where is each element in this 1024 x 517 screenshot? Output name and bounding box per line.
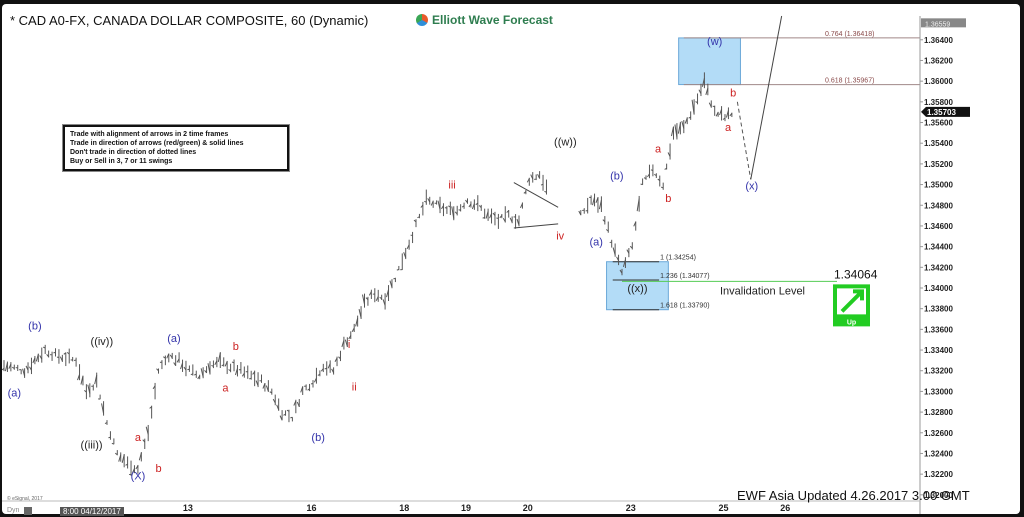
fib-level-label: 0.764 (1.36418): [825, 31, 874, 38]
y-tick-label: 1.34400: [924, 243, 953, 252]
wave-label: (a): [590, 237, 603, 249]
price-bar-tick: [290, 416, 293, 419]
rule-line: Trade in direction of arrows (red/green)…: [70, 140, 244, 147]
fib-level-label: 1.236 (1.34077): [660, 273, 709, 280]
fib-level-label: 1 (1.34254): [660, 255, 696, 262]
wave-label: iv: [556, 230, 564, 242]
y-tick-label: 1.36200: [924, 56, 953, 65]
y-tick-label: 1.32400: [924, 449, 953, 458]
wave-label: (b): [28, 320, 41, 332]
y-tick-label: 1.36000: [924, 77, 953, 86]
chart-title: * CAD A0-FX, CANADA DOLLAR COMPOSITE, 60…: [10, 13, 369, 28]
chart-canvas[interactable]: 0.764 (1.36418) 0.618 (1.35967) 1 (1.34254…: [2, 4, 1020, 514]
y-tick-label: 1.32800: [924, 408, 953, 417]
fib-level-label: 1.618 (1.33790): [660, 303, 709, 310]
fib-level-label: 0.618 (1.35967): [825, 78, 874, 85]
wave-label: iii: [448, 180, 455, 192]
x-tick-label: 23: [626, 503, 636, 513]
up-arrow-label: Up: [847, 319, 856, 326]
y-tick-label: 1.33400: [924, 346, 953, 355]
last-high-label: 1.36559: [925, 21, 950, 28]
price-bar-tick: [482, 217, 485, 219]
projection-solid-line: [750, 15, 783, 180]
y-tick-label: 1.35000: [924, 181, 953, 190]
wave-label: b: [233, 341, 239, 353]
wave-label: (X): [131, 470, 146, 482]
price-bar-tick: [393, 277, 396, 280]
y-tick-label: 1.32600: [924, 429, 953, 438]
x-tick-label: 25: [718, 503, 728, 513]
wave-label: (b): [610, 170, 623, 182]
price-bar-tick: [650, 169, 654, 171]
wave-label: a: [655, 144, 662, 156]
triangle-lower-line: [513, 223, 559, 229]
y-tick-label: 1.36400: [924, 36, 953, 45]
wave-label: (w): [707, 36, 722, 48]
wave-label: i: [348, 339, 350, 351]
price-bar-tick: [108, 436, 111, 439]
y-tick-label: 1.33200: [924, 367, 953, 376]
brand-logo: Elliott Wave Forecast: [416, 13, 553, 27]
wave-label: ii: [352, 381, 357, 393]
copyright-text: © eSignal, 2017: [7, 496, 43, 502]
current-price-label: 1.35703: [927, 108, 956, 117]
triangle-upper-line: [513, 182, 559, 208]
invalidation-value: 1.34064: [834, 267, 878, 281]
wave-label: ((iii)): [81, 439, 103, 451]
cursor-date-readout: 8:00 04/12/2017: [60, 507, 124, 516]
wave-label: ((w)): [554, 136, 577, 148]
price-bar-tick: [540, 183, 544, 186]
y-tick-label: 1.33800: [924, 305, 953, 314]
wave-label: b: [155, 463, 161, 475]
x-tick-label: 19: [461, 503, 471, 513]
y-tick-label: 1.35800: [924, 98, 953, 107]
y-tick-label: 1.32200: [924, 470, 953, 479]
wave-label: b: [730, 88, 736, 100]
x-tick-label: 26: [780, 503, 790, 513]
price-bar-tick: [640, 183, 643, 186]
invalidation-label: Invalidation Level: [720, 285, 805, 297]
wave-label: (b): [311, 432, 324, 444]
rule-line: Buy or Sell in 3, 7 or 11 swings: [70, 158, 173, 165]
wave-label: (a): [8, 388, 21, 400]
price-bar-tick: [458, 209, 461, 211]
wave-label: b: [665, 193, 671, 205]
wave-label: ((x)): [627, 283, 647, 295]
wave-label: (x): [745, 181, 758, 193]
y-tick-label: 1.35600: [924, 119, 953, 128]
x-tick-label: 16: [306, 503, 316, 513]
dynamic-toggle-button[interactable]: [24, 507, 32, 515]
wave-label: a: [725, 122, 732, 134]
y-tick-label: 1.34600: [924, 222, 953, 231]
wave-label: (a): [167, 333, 180, 345]
y-tick-label: 1.33600: [924, 325, 953, 334]
y-tick-label: 1.34800: [924, 201, 953, 210]
update-note: EWF Asia Updated 4.26.2017 3.00 GMT: [737, 488, 970, 503]
x-tick-label: 20: [523, 503, 533, 513]
y-tick-label: 1.33000: [924, 387, 953, 396]
y-tick-label: 1.35400: [924, 139, 953, 148]
price-bar-tick: [609, 241, 612, 244]
brand-name: Elliott Wave Forecast: [432, 13, 553, 27]
wave-label: ((iv)): [91, 336, 114, 348]
price-bar-tick: [396, 268, 399, 271]
x-tick-label: 13: [183, 503, 193, 513]
brand-cycle-icon: [416, 14, 428, 26]
y-tick-label: 1.35200: [924, 160, 953, 169]
trading-rules-box: Trade with alignment of arrows in 2 time…: [63, 125, 289, 171]
x-tick-label: 18: [399, 503, 409, 513]
dynamic-label: Dyn: [7, 507, 20, 514]
chart-window: 0.764 (1.36418) 0.618 (1.35967) 1 (1.34254…: [2, 4, 1020, 516]
y-tick-label: 1.34200: [924, 263, 953, 272]
y-tick-label: 1.34000: [924, 284, 953, 293]
projection-dashed-line: [736, 101, 752, 180]
rule-line: Trade with alignment of arrows in 2 time…: [70, 131, 229, 138]
rule-line: Don't trade in direction of dotted lines: [70, 149, 197, 156]
wave-label: a: [135, 432, 142, 444]
wave-label: a: [222, 382, 229, 394]
